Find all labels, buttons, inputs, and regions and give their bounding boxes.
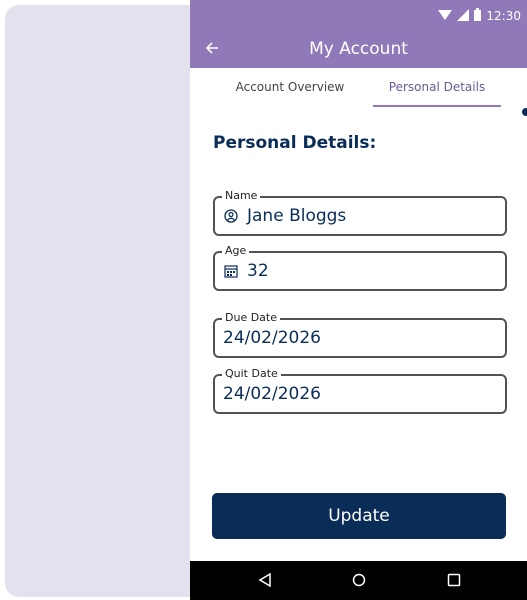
name-value: Jane Bloggs [247, 206, 347, 226]
quit-date-field[interactable]: Quit Date 24/02/2026 [213, 367, 507, 414]
quit-date-label: Quit Date [222, 367, 281, 381]
indicator-dot [522, 108, 527, 116]
tab-personal-details[interactable]: Personal Details [373, 68, 501, 107]
tab-account-overview[interactable]: Account Overview [200, 68, 380, 105]
name-label: Name [222, 189, 261, 203]
wifi-icon [438, 9, 453, 24]
calendar-icon [223, 263, 239, 279]
due-date-label: Due Date [222, 311, 280, 325]
due-date-field[interactable]: Due Date 24/02/2026 [213, 311, 507, 358]
quit-date-value: 24/02/2026 [223, 384, 321, 404]
age-value: 32 [247, 261, 269, 281]
cell-signal-icon [457, 8, 470, 24]
status-icons: 12:30 [438, 8, 521, 24]
name-value-wrap: Jane Bloggs [223, 206, 346, 226]
quit-date-value-wrap: 24/02/2026 [223, 384, 321, 404]
phone-screen: 12:30 My Account Account Overview Person… [190, 0, 527, 600]
app-title: My Account [309, 39, 408, 59]
nav-back-button[interactable] [253, 569, 277, 593]
nav-home-button[interactable] [347, 569, 371, 593]
age-value-wrap: 32 [223, 261, 269, 281]
due-date-value: 24/02/2026 [223, 328, 321, 348]
nav-recents-button[interactable] [442, 569, 466, 593]
update-button[interactable]: Update [212, 493, 506, 539]
status-time: 12:30 [486, 9, 521, 23]
section-title: Personal Details: [213, 133, 377, 153]
back-triangle-icon [258, 572, 272, 591]
tab-bar: Account Overview Personal Details [190, 68, 527, 107]
recents-square-icon [447, 572, 461, 591]
due-date-value-wrap: 24/02/2026 [223, 328, 321, 348]
account-circle-icon [223, 208, 239, 224]
age-field[interactable]: Age 32 [213, 244, 507, 291]
app-bar: My Account [190, 30, 527, 68]
home-circle-icon [352, 572, 366, 591]
status-bar: 12:30 [190, 0, 527, 30]
left-panel [5, 5, 205, 597]
name-field[interactable]: Name Jane Bloggs [213, 189, 507, 236]
battery-icon [474, 8, 482, 24]
navigation-bar [190, 561, 527, 600]
age-label: Age [222, 244, 250, 258]
